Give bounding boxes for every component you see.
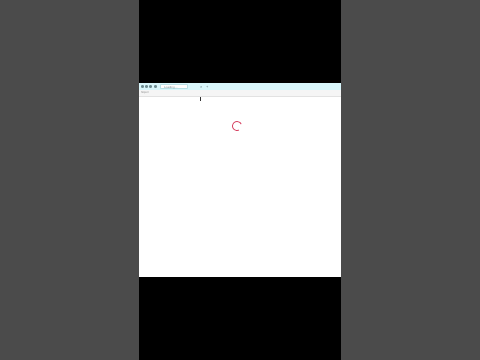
browser-titlebar: Loading… × +: [139, 83, 341, 90]
loading-spinner-icon: [230, 119, 244, 133]
mouse-cursor-icon: [200, 97, 201, 101]
new-tab-icon[interactable]: +: [206, 84, 208, 89]
browser-tab[interactable]: Loading…: [160, 84, 188, 89]
browser-window: Loading… × + https://: [139, 83, 341, 277]
video-frame: Loading… × + https://: [139, 0, 341, 360]
back-icon[interactable]: [141, 85, 144, 88]
forward-icon[interactable]: [145, 85, 148, 88]
address-bar[interactable]: https://: [139, 90, 341, 97]
address-bar-text: https://: [141, 91, 149, 94]
home-icon[interactable]: [154, 85, 157, 88]
close-tab-icon[interactable]: ×: [200, 84, 202, 89]
reload-icon[interactable]: [149, 85, 152, 88]
